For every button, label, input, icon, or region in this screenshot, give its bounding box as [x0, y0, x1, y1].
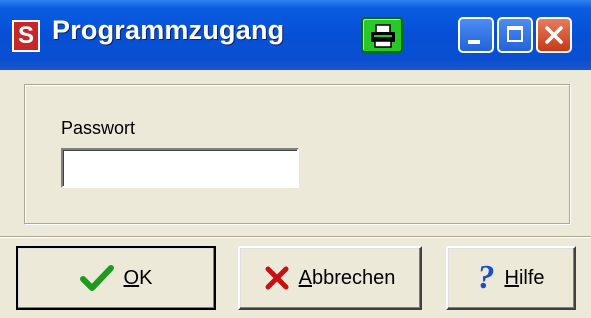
question-mark-icon: ? [477, 259, 495, 296]
app-logo-icon: S [12, 20, 40, 52]
window-title: Programmzugang [52, 15, 285, 45]
maximize-icon [507, 26, 523, 42]
minimize-button[interactable] [458, 17, 494, 53]
title-bar[interactable]: S Programmzugang [0, 0, 591, 70]
cancel-button[interactable]: Abbrechen [238, 246, 422, 310]
minimize-icon [468, 40, 480, 44]
maximize-button[interactable] [497, 17, 533, 53]
close-icon [545, 26, 563, 44]
printer-icon [371, 24, 395, 48]
checkmark-icon [79, 265, 114, 291]
print-button[interactable] [361, 17, 403, 53]
ok-button[interactable]: OK [16, 246, 216, 310]
password-field[interactable] [61, 148, 299, 188]
red-x-icon [265, 266, 289, 290]
close-button[interactable] [536, 17, 572, 53]
ok-label: OK [123, 266, 153, 289]
cancel-label: Abbrechen [298, 266, 396, 289]
help-label: Hilfe [504, 266, 545, 289]
password-label: Passwort [61, 118, 136, 138]
divider [0, 236, 591, 238]
help-button[interactable]: ? Hilfe [446, 246, 576, 310]
